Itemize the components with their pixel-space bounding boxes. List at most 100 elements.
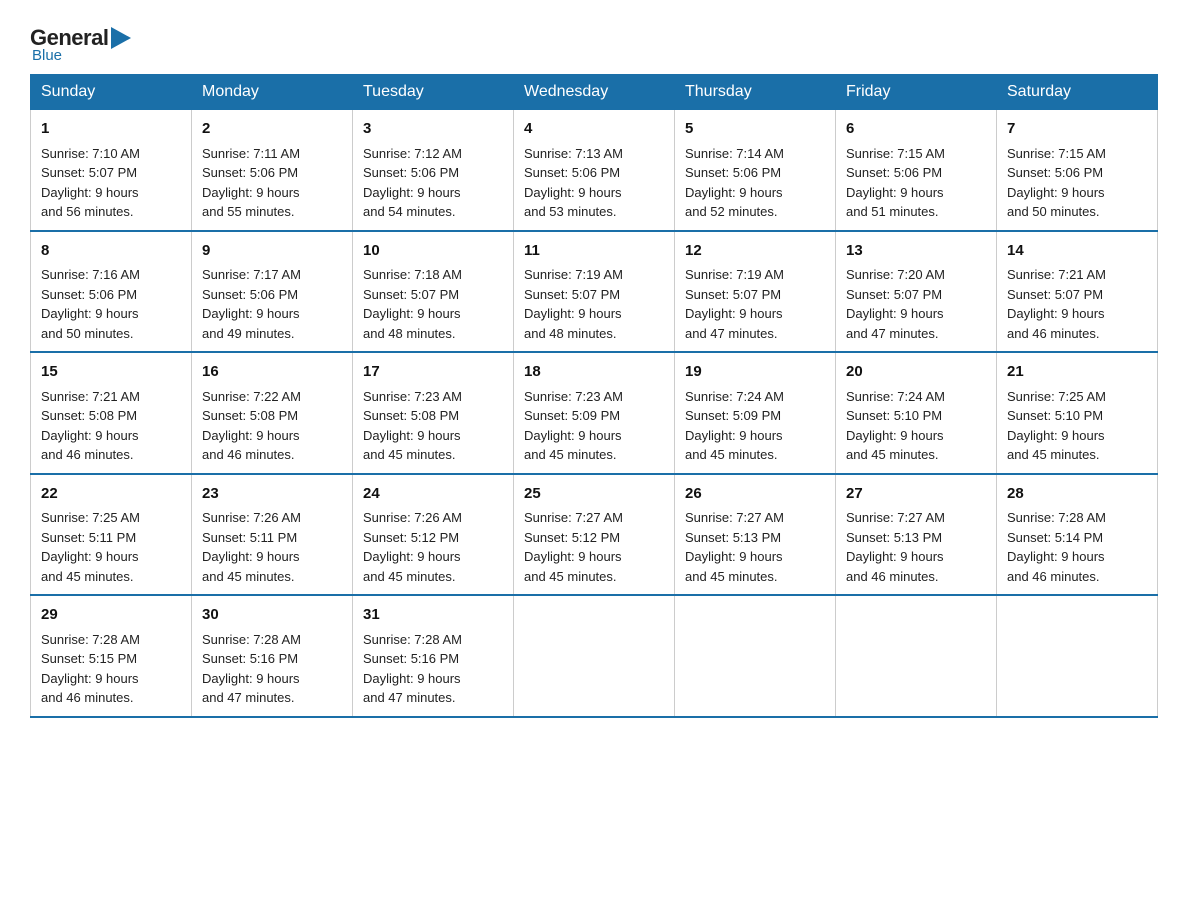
day-info: Sunrise: 7:18 AMSunset: 5:07 PMDaylight:… — [363, 267, 462, 341]
day-number: 24 — [363, 483, 503, 506]
day-info: Sunrise: 7:28 AMSunset: 5:14 PMDaylight:… — [1007, 510, 1106, 584]
day-number: 19 — [685, 361, 825, 384]
day-number: 21 — [1007, 361, 1147, 384]
day-info: Sunrise: 7:21 AMSunset: 5:07 PMDaylight:… — [1007, 267, 1106, 341]
day-number: 9 — [202, 240, 342, 263]
day-number: 5 — [685, 118, 825, 141]
day-number: 12 — [685, 240, 825, 263]
day-number: 6 — [846, 118, 986, 141]
calendar-cell: 28 Sunrise: 7:28 AMSunset: 5:14 PMDaylig… — [997, 474, 1158, 596]
day-info: Sunrise: 7:24 AMSunset: 5:10 PMDaylight:… — [846, 389, 945, 463]
day-info: Sunrise: 7:23 AMSunset: 5:08 PMDaylight:… — [363, 389, 462, 463]
calendar-cell — [836, 595, 997, 717]
calendar-week-row: 29 Sunrise: 7:28 AMSunset: 5:15 PMDaylig… — [31, 595, 1158, 717]
calendar-table: SundayMondayTuesdayWednesdayThursdayFrid… — [30, 74, 1158, 718]
day-number: 23 — [202, 483, 342, 506]
day-info: Sunrise: 7:26 AMSunset: 5:11 PMDaylight:… — [202, 510, 301, 584]
calendar-header-row: SundayMondayTuesdayWednesdayThursdayFrid… — [31, 75, 1158, 110]
day-number: 2 — [202, 118, 342, 141]
day-number: 13 — [846, 240, 986, 263]
calendar-cell: 7 Sunrise: 7:15 AMSunset: 5:06 PMDayligh… — [997, 110, 1158, 231]
calendar-cell: 1 Sunrise: 7:10 AMSunset: 5:07 PMDayligh… — [31, 110, 192, 231]
day-number: 7 — [1007, 118, 1147, 141]
day-info: Sunrise: 7:28 AMSunset: 5:16 PMDaylight:… — [202, 632, 301, 706]
day-info: Sunrise: 7:28 AMSunset: 5:16 PMDaylight:… — [363, 632, 462, 706]
day-info: Sunrise: 7:26 AMSunset: 5:12 PMDaylight:… — [363, 510, 462, 584]
day-number: 3 — [363, 118, 503, 141]
calendar-cell: 13 Sunrise: 7:20 AMSunset: 5:07 PMDaylig… — [836, 231, 997, 353]
calendar-cell: 23 Sunrise: 7:26 AMSunset: 5:11 PMDaylig… — [192, 474, 353, 596]
calendar-week-row: 1 Sunrise: 7:10 AMSunset: 5:07 PMDayligh… — [31, 110, 1158, 231]
day-info: Sunrise: 7:25 AMSunset: 5:11 PMDaylight:… — [41, 510, 140, 584]
day-info: Sunrise: 7:27 AMSunset: 5:12 PMDaylight:… — [524, 510, 623, 584]
day-number: 27 — [846, 483, 986, 506]
calendar-cell: 22 Sunrise: 7:25 AMSunset: 5:11 PMDaylig… — [31, 474, 192, 596]
day-info: Sunrise: 7:15 AMSunset: 5:06 PMDaylight:… — [846, 146, 945, 220]
calendar-cell: 26 Sunrise: 7:27 AMSunset: 5:13 PMDaylig… — [675, 474, 836, 596]
day-number: 26 — [685, 483, 825, 506]
calendar-cell: 18 Sunrise: 7:23 AMSunset: 5:09 PMDaylig… — [514, 352, 675, 474]
calendar-cell: 24 Sunrise: 7:26 AMSunset: 5:12 PMDaylig… — [353, 474, 514, 596]
day-number: 28 — [1007, 483, 1147, 506]
header-tuesday: Tuesday — [353, 75, 514, 110]
header-monday: Monday — [192, 75, 353, 110]
day-number: 1 — [41, 118, 181, 141]
header-thursday: Thursday — [675, 75, 836, 110]
day-info: Sunrise: 7:25 AMSunset: 5:10 PMDaylight:… — [1007, 389, 1106, 463]
calendar-cell: 21 Sunrise: 7:25 AMSunset: 5:10 PMDaylig… — [997, 352, 1158, 474]
calendar-cell: 29 Sunrise: 7:28 AMSunset: 5:15 PMDaylig… — [31, 595, 192, 717]
calendar-cell: 14 Sunrise: 7:21 AMSunset: 5:07 PMDaylig… — [997, 231, 1158, 353]
day-info: Sunrise: 7:24 AMSunset: 5:09 PMDaylight:… — [685, 389, 784, 463]
header-sunday: Sunday — [31, 75, 192, 110]
logo: General Blue — [30, 20, 131, 64]
logo-subtitle: Blue — [32, 47, 62, 64]
calendar-week-row: 22 Sunrise: 7:25 AMSunset: 5:11 PMDaylig… — [31, 474, 1158, 596]
calendar-cell: 20 Sunrise: 7:24 AMSunset: 5:10 PMDaylig… — [836, 352, 997, 474]
day-info: Sunrise: 7:19 AMSunset: 5:07 PMDaylight:… — [685, 267, 784, 341]
day-info: Sunrise: 7:12 AMSunset: 5:06 PMDaylight:… — [363, 146, 462, 220]
day-info: Sunrise: 7:27 AMSunset: 5:13 PMDaylight:… — [685, 510, 784, 584]
day-number: 11 — [524, 240, 664, 263]
calendar-cell: 2 Sunrise: 7:11 AMSunset: 5:06 PMDayligh… — [192, 110, 353, 231]
day-number: 22 — [41, 483, 181, 506]
day-info: Sunrise: 7:28 AMSunset: 5:15 PMDaylight:… — [41, 632, 140, 706]
day-info: Sunrise: 7:17 AMSunset: 5:06 PMDaylight:… — [202, 267, 301, 341]
calendar-cell: 10 Sunrise: 7:18 AMSunset: 5:07 PMDaylig… — [353, 231, 514, 353]
calendar-cell: 9 Sunrise: 7:17 AMSunset: 5:06 PMDayligh… — [192, 231, 353, 353]
calendar-week-row: 15 Sunrise: 7:21 AMSunset: 5:08 PMDaylig… — [31, 352, 1158, 474]
calendar-cell: 31 Sunrise: 7:28 AMSunset: 5:16 PMDaylig… — [353, 595, 514, 717]
calendar-cell: 11 Sunrise: 7:19 AMSunset: 5:07 PMDaylig… — [514, 231, 675, 353]
header-friday: Friday — [836, 75, 997, 110]
calendar-cell — [997, 595, 1158, 717]
logo-flag-icon — [111, 27, 131, 49]
calendar-cell: 6 Sunrise: 7:15 AMSunset: 5:06 PMDayligh… — [836, 110, 997, 231]
day-number: 17 — [363, 361, 503, 384]
day-info: Sunrise: 7:15 AMSunset: 5:06 PMDaylight:… — [1007, 146, 1106, 220]
day-info: Sunrise: 7:23 AMSunset: 5:09 PMDaylight:… — [524, 389, 623, 463]
day-number: 4 — [524, 118, 664, 141]
day-info: Sunrise: 7:11 AMSunset: 5:06 PMDaylight:… — [202, 146, 300, 220]
day-info: Sunrise: 7:22 AMSunset: 5:08 PMDaylight:… — [202, 389, 301, 463]
calendar-cell: 15 Sunrise: 7:21 AMSunset: 5:08 PMDaylig… — [31, 352, 192, 474]
day-number: 14 — [1007, 240, 1147, 263]
day-number: 16 — [202, 361, 342, 384]
day-info: Sunrise: 7:19 AMSunset: 5:07 PMDaylight:… — [524, 267, 623, 341]
calendar-cell — [675, 595, 836, 717]
day-number: 10 — [363, 240, 503, 263]
day-info: Sunrise: 7:21 AMSunset: 5:08 PMDaylight:… — [41, 389, 140, 463]
day-number: 29 — [41, 604, 181, 627]
day-info: Sunrise: 7:27 AMSunset: 5:13 PMDaylight:… — [846, 510, 945, 584]
day-number: 31 — [363, 604, 503, 627]
calendar-cell: 8 Sunrise: 7:16 AMSunset: 5:06 PMDayligh… — [31, 231, 192, 353]
day-info: Sunrise: 7:20 AMSunset: 5:07 PMDaylight:… — [846, 267, 945, 341]
calendar-cell: 5 Sunrise: 7:14 AMSunset: 5:06 PMDayligh… — [675, 110, 836, 231]
header-saturday: Saturday — [997, 75, 1158, 110]
calendar-cell — [514, 595, 675, 717]
calendar-cell: 12 Sunrise: 7:19 AMSunset: 5:07 PMDaylig… — [675, 231, 836, 353]
day-info: Sunrise: 7:14 AMSunset: 5:06 PMDaylight:… — [685, 146, 784, 220]
calendar-cell: 3 Sunrise: 7:12 AMSunset: 5:06 PMDayligh… — [353, 110, 514, 231]
calendar-cell: 30 Sunrise: 7:28 AMSunset: 5:16 PMDaylig… — [192, 595, 353, 717]
calendar-cell: 25 Sunrise: 7:27 AMSunset: 5:12 PMDaylig… — [514, 474, 675, 596]
calendar-cell: 4 Sunrise: 7:13 AMSunset: 5:06 PMDayligh… — [514, 110, 675, 231]
day-number: 15 — [41, 361, 181, 384]
